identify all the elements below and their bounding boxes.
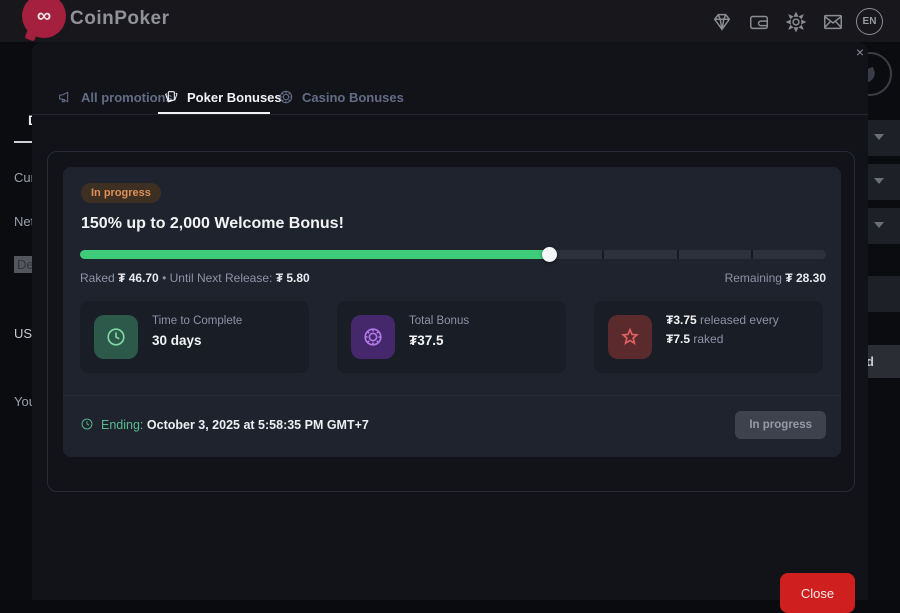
tab-casino-bonuses[interactable]: Casino Bonuses (278, 82, 404, 112)
stat-value: 30 days (152, 333, 242, 348)
settings-gear-icon[interactable] (785, 11, 807, 33)
stat-label: Time to Complete (152, 315, 242, 327)
chevron-down-icon (874, 222, 882, 230)
welcome-bonus-card[interactable]: In progress 150% up to 2,000 Welcome Bon… (63, 167, 841, 457)
brand-title: CoinPoker (70, 8, 170, 30)
close-button[interactable]: Close (780, 573, 855, 613)
close-icon[interactable]: × (850, 42, 870, 62)
remaining-label: Remaining (725, 271, 782, 285)
ending-value: October 3, 2025 at 5:58:35 PM GMT+7 (147, 418, 369, 432)
mail-icon[interactable] (822, 11, 844, 33)
next-release-value: ₮ 5.80 (276, 271, 310, 285)
tab-all-promotions[interactable]: All promotions (57, 82, 173, 112)
tabs-separator (32, 114, 868, 115)
bonus-title: 150% up to 2,000 Welcome Bonus! (81, 215, 344, 233)
ending-label: Ending: (101, 418, 143, 432)
progress-bar (80, 250, 826, 259)
promotions-tabs: All promotions Poker Bonuses Casino Bonu… (32, 82, 868, 114)
ending-text: Ending: October 3, 2025 at 5:58:35 PM GM… (101, 418, 369, 432)
ending-row: Ending: October 3, 2025 at 5:58:35 PM GM… (80, 411, 826, 441)
progress-segment-mark (751, 250, 753, 259)
promotions-megaphone-icon (57, 89, 73, 105)
poker-chip-icon (351, 315, 395, 359)
dot-separator: • (162, 271, 166, 285)
star-icon (608, 315, 652, 359)
chevron-down-icon (874, 134, 882, 142)
language-selector[interactable]: EN (856, 8, 883, 35)
stat-card-time: Time to Complete 30 days (80, 301, 309, 373)
chevron-down-icon (874, 178, 882, 186)
stat-card-total-bonus: Total Bonus ₮37.5 (337, 301, 566, 373)
status-badge: In progress (81, 183, 161, 203)
in-progress-button[interactable]: In progress (735, 411, 826, 439)
promotions-modal: × All promotions Poker Bonuses Casino Bo… (32, 42, 868, 600)
gem-icon[interactable] (711, 11, 733, 33)
stat-label: Total Bonus (409, 315, 469, 327)
coinpoker-logo-icon[interactable]: ∞ (22, 0, 66, 38)
background-tab-underline (14, 141, 32, 143)
progress-segment-mark (602, 250, 604, 259)
background-deposit-panel-left: D Cur Net Dep USD You (0, 42, 32, 600)
clock-icon (94, 315, 138, 359)
progress-fill (80, 250, 549, 259)
release-rate-line1: ₮3.75 released every (666, 313, 779, 327)
stat-value: ₮37.5 (409, 333, 469, 348)
ending-separator (63, 395, 841, 396)
poker-cards-icon (163, 89, 179, 105)
remaining-info: Remaining ₮ 28.30 (725, 271, 826, 285)
rake-info-row: Raked ₮ 46.70 • Until Next Release: ₮ 5.… (80, 271, 826, 287)
clock-icon (80, 417, 94, 431)
top-bar: ∞ CoinPoker EN (0, 0, 900, 42)
stat-card-release-rate: ₮3.75 released every ₮7.5 raked (594, 301, 823, 373)
raked-value: ₮ 46.70 (118, 271, 159, 285)
tab-poker-bonuses[interactable]: Poker Bonuses (163, 82, 282, 112)
wallet-icon[interactable] (748, 11, 770, 33)
remaining-value: ₮ 28.30 (785, 271, 826, 285)
progress-thumb[interactable] (542, 247, 557, 262)
next-release-label: Until Next Release: (170, 271, 273, 285)
raked-label: Raked (80, 271, 115, 285)
release-rate-line2: ₮7.5 raked (666, 332, 779, 346)
casino-chip-icon (278, 89, 294, 105)
promo-list-container: In progress 150% up to 2,000 Welcome Bon… (47, 151, 855, 492)
progress-segment-mark (677, 250, 679, 259)
